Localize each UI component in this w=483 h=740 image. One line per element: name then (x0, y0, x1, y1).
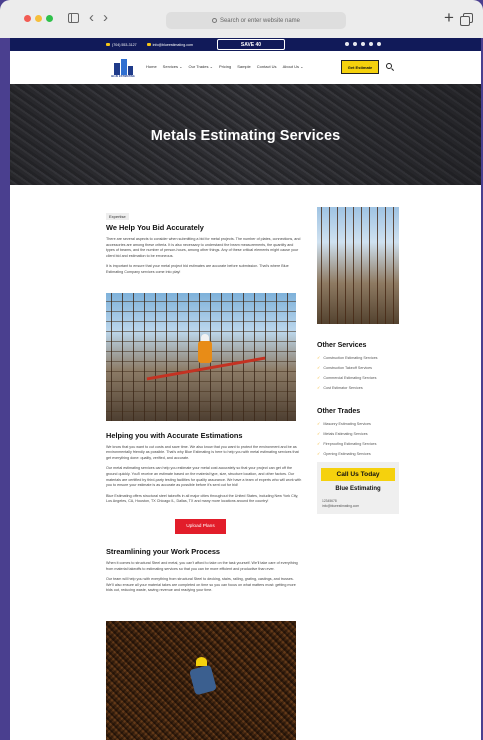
check-icon: ✓ (317, 441, 321, 446)
paragraph: Blue Estimating offers structural steel … (106, 493, 299, 504)
close-window-button[interactable] (24, 15, 31, 22)
nav-menu: Home Services ⌄ Our Trades ⌄ Pricing Sam… (146, 64, 303, 69)
contact-phone[interactable]: 12345678 (322, 499, 337, 503)
content-area: Expertise We Help You Bid Accurately The… (10, 185, 481, 740)
check-icon: ✓ (317, 421, 321, 426)
check-icon: ✓ (317, 431, 321, 436)
minimize-window-button[interactable] (35, 15, 42, 22)
sidebar-construction-image (317, 207, 399, 324)
nav-item-about-us[interactable]: About Us ⌄ (283, 64, 304, 69)
paragraph: We know that you want to cut costs and s… (106, 444, 299, 460)
main-column: Expertise We Help You Bid Accurately The… (106, 205, 302, 740)
site-search-icon[interactable] (386, 63, 392, 69)
worker-rebar-image (106, 620, 296, 740)
check-icon: ✓ (317, 365, 321, 370)
section-heading-bid: We Help You Bid Accurately (106, 223, 204, 232)
address-bar[interactable]: Search or enter website name (166, 12, 346, 29)
tab-overview-icon[interactable] (460, 13, 473, 26)
phone-icon (106, 43, 110, 46)
new-tab-icon[interactable]: + (444, 9, 454, 26)
nav-item-contact-us[interactable]: Contact Us (257, 64, 277, 69)
section-heading-streamlining: Streamlining your Work Process (106, 546, 221, 556)
paragraph: Our metal estimating services can help y… (106, 466, 302, 488)
linkedin-icon[interactable] (369, 42, 373, 46)
service-link[interactable]: ✓ Construction Estimating Services (317, 355, 399, 360)
service-link[interactable]: ✓ Construction Takeoff Services (317, 365, 399, 370)
browser-chrome: ‹ › Search or enter website name + (0, 0, 483, 38)
other-trades-heading: Other Trades (317, 408, 361, 415)
logo-text: BLUE ESTIMATING (111, 75, 135, 78)
sidebar: Other Services ✓ Construction Estimating … (317, 207, 399, 514)
paragraph: When it comes to structural Steel and me… (106, 560, 298, 571)
company-logo[interactable]: BLUE ESTIMATING (111, 57, 135, 79)
paragraph: There are several aspects to consider wh… (106, 237, 301, 258)
instagram-icon[interactable] (353, 42, 357, 46)
maximize-window-button[interactable] (46, 15, 53, 22)
search-icon (211, 18, 217, 23)
check-icon: ✓ (317, 355, 321, 360)
topbar-email-text: info@blueestimating.com (152, 42, 193, 47)
youtube-icon[interactable] (377, 42, 381, 46)
expertise-tag: Expertise (106, 213, 129, 220)
hero-banner: Metals Estimating Services (10, 84, 481, 185)
topbar-phone[interactable]: (704) 553-3127 (106, 43, 137, 47)
trade-link[interactable]: ✓ Masonry Estimating Services (317, 421, 399, 426)
check-icon: ✓ (317, 451, 321, 456)
other-services-heading: Other Services (317, 342, 367, 349)
nav-item-pricing[interactable]: Pricing (219, 64, 231, 69)
page-title: Metals Estimating Services (150, 128, 341, 144)
contact-email[interactable]: info@blueestimating.com (322, 504, 359, 508)
upload-plans-button[interactable]: Upload Plans (175, 518, 226, 534)
nav-item-our-trades[interactable]: Our Trades ⌄ (188, 64, 212, 69)
top-contact-bar: (704) 553-3127 info@blueestimating.com S… (10, 38, 481, 51)
company-name: Blue Estimating (335, 486, 381, 492)
topbar-phone-text: (704) 553-3127 (112, 42, 137, 47)
get-estimate-button[interactable]: Get Estimate (341, 60, 379, 74)
nav-item-home[interactable]: Home (146, 64, 157, 69)
check-icon: ✓ (317, 385, 321, 390)
twitter-icon[interactable] (345, 42, 349, 46)
address-placeholder: Search or enter website name (219, 17, 301, 24)
paragraph: It is important to ensure that your meta… (106, 264, 289, 274)
facebook-icon[interactable] (361, 42, 365, 46)
mail-icon (146, 43, 151, 46)
service-link[interactable]: ✓ Commercial Estimating Services (317, 375, 399, 380)
call-us-button[interactable]: Call Us Today (321, 468, 395, 481)
check-icon: ✓ (317, 375, 321, 380)
social-links (345, 42, 381, 46)
rebar-construction-image (106, 292, 296, 421)
trade-link[interactable]: ✓ Opening Estimating Services (317, 451, 399, 456)
web-page: (704) 553-3127 info@blueestimating.com S… (10, 38, 481, 740)
forward-arrow-icon[interactable]: › (103, 10, 108, 26)
sidebar-toggle-icon[interactable] (68, 13, 79, 23)
service-link[interactable]: ✓ Cost Estimator Services (317, 385, 399, 390)
trade-link[interactable]: ✓ Fireproofing Estimating Services (317, 441, 399, 446)
trade-link[interactable]: ✓ Metals Estimating Services (317, 431, 399, 436)
topbar-email[interactable]: info@blueestimating.com (146, 42, 193, 47)
nav-item-sample[interactable]: Sample (237, 64, 251, 69)
paragraph: Our team will help you with everything f… (106, 577, 296, 593)
nav-item-services[interactable]: Services ⌄ (163, 64, 183, 69)
back-arrow-icon[interactable]: ‹ (89, 10, 94, 26)
section-heading-accurate: Helping you with Accurate Estimations (106, 430, 243, 440)
contact-card: Call Us Today Blue Estimating 12345678 i… (317, 462, 399, 514)
save-promo-button[interactable]: SAVE 40 (217, 39, 285, 50)
main-navigation: BLUE ESTIMATING Home Services ⌄ Our Trad… (10, 51, 481, 84)
